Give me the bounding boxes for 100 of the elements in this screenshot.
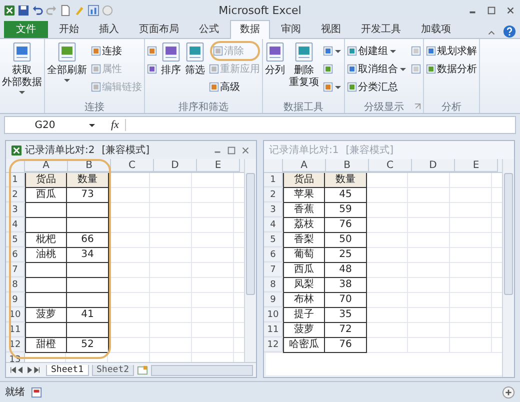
ribbon-button[interactable]: 高级	[208, 79, 261, 95]
ribbon-button[interactable]: 取消组合	[346, 61, 408, 77]
close-icon[interactable]	[505, 4, 516, 16]
table-cell	[67, 278, 109, 293]
document-icon	[265, 42, 285, 62]
table-cell	[25, 293, 67, 308]
ribbon-tab[interactable]: 开发工具	[352, 21, 410, 38]
table-cell: 凤梨	[283, 278, 325, 293]
horizontal-scrollbar[interactable]	[151, 364, 253, 376]
table-cell: 提子	[283, 308, 325, 323]
ribbon-button[interactable]: 规划求解	[425, 43, 478, 59]
table-cell: 70	[325, 293, 367, 308]
group-label: 数据工具	[284, 100, 324, 114]
table-cell: 枇杷	[25, 233, 67, 248]
document-icon	[185, 42, 205, 62]
ribbon-button[interactable]: 分类汇总	[346, 79, 408, 95]
table-cell: 48	[325, 263, 367, 278]
square-icon	[323, 64, 333, 74]
square-icon	[209, 82, 219, 92]
square-icon	[347, 64, 357, 74]
table-cell: 72	[325, 323, 367, 338]
ribbon-button[interactable]: 删除 重复项	[288, 41, 320, 90]
group-label: 分级显示	[364, 100, 404, 114]
column-header[interactable]: D	[154, 159, 197, 172]
save-icon[interactable]	[18, 4, 29, 16]
square-icon	[147, 64, 157, 74]
ribbon-tab[interactable]: 开始	[50, 21, 88, 38]
zoom-in-icon[interactable]	[502, 386, 515, 398]
square-icon	[91, 46, 101, 56]
ribbon-tab[interactable]: 数据	[230, 20, 270, 39]
table-cell: 73	[67, 188, 109, 203]
macro-record-icon[interactable]	[31, 386, 42, 398]
workbook-title: 记录清单比对:2	[25, 144, 95, 157]
table-cell: 50	[325, 233, 367, 248]
file-tab[interactable]: 文件	[4, 21, 48, 38]
sheet-tab[interactable]: Sheet2	[92, 364, 134, 376]
ribbon-tab[interactable]: 插入	[90, 21, 128, 38]
table-cell: 菠萝	[283, 323, 325, 338]
group-label: 连接	[84, 100, 104, 114]
table-cell	[67, 263, 109, 278]
ribbon-button[interactable]: 获取 外部数据	[1, 41, 43, 97]
table-cell: 哈密瓜	[283, 338, 325, 353]
square-icon	[411, 46, 421, 56]
ribbon-tab[interactable]: 审阅	[272, 21, 310, 38]
document-icon	[161, 42, 181, 62]
ribbon-button[interactable]: 连接	[90, 43, 143, 59]
ribbon-tab[interactable]: 公式	[190, 21, 228, 38]
document-icon	[294, 42, 314, 62]
column-header[interactable]: A	[25, 159, 68, 172]
maximize-icon[interactable]	[486, 4, 497, 16]
ribbon-button[interactable]: 创建组	[346, 43, 408, 59]
square-icon	[411, 64, 421, 74]
table-cell: 25	[325, 248, 367, 263]
square-icon	[213, 46, 223, 56]
square-icon	[91, 64, 101, 74]
square-icon	[426, 64, 436, 74]
ribbon-button[interactable]: 数据分析	[425, 61, 478, 77]
column-header[interactable]: E	[197, 159, 240, 172]
document-icon	[12, 42, 32, 62]
status-text: 就绪	[5, 386, 25, 399]
table-cell	[67, 218, 109, 233]
table-cell: 葡萄	[283, 248, 325, 263]
table-cell	[67, 203, 109, 218]
window-title: Microsoft Excel	[218, 4, 302, 16]
ribbon-button[interactable]: 筛选	[184, 41, 206, 78]
ribbon-button[interactable]: 分列	[264, 41, 286, 78]
table-cell: 西瓜	[25, 188, 67, 203]
mode-label: [兼容模式]	[346, 144, 394, 157]
ribbon-button[interactable]: 全部刷新	[46, 41, 88, 85]
mode-label: [兼容模式]	[102, 144, 150, 157]
square-icon	[91, 82, 101, 92]
ribbon-tab[interactable]: 视图	[312, 21, 350, 38]
maximize-icon[interactable]	[226, 144, 237, 156]
help-icon[interactable]	[503, 25, 516, 38]
document-icon[interactable]	[60, 4, 71, 16]
ribbon-tab[interactable]: 页面布局	[130, 21, 188, 38]
square-icon	[147, 46, 157, 56]
insert-sheet-icon[interactable]	[137, 364, 148, 376]
table-cell: 38	[325, 278, 367, 293]
table-cell: 货品	[283, 173, 325, 188]
sheet-tab[interactable]: Sheet1	[46, 364, 89, 376]
column-header[interactable]: C	[111, 159, 154, 172]
table-cell: 布林	[283, 293, 325, 308]
scrollbar[interactable]	[244, 159, 256, 362]
table-cell: 34	[67, 248, 109, 263]
chart-icon[interactable]	[88, 4, 99, 16]
undo-icon[interactable]	[32, 4, 43, 16]
table-cell	[25, 203, 67, 218]
dialog-launcher-icon[interactable]	[414, 103, 421, 110]
column-header[interactable]: B	[68, 159, 111, 172]
workbook-title: 记录清单比对:1	[269, 144, 339, 157]
table-cell: 货品	[25, 173, 67, 188]
group-label: 排序和筛选	[178, 100, 228, 114]
table-cell: 香蕉	[283, 203, 325, 218]
close-icon[interactable]	[240, 144, 251, 156]
ribbon-tab[interactable]: 加载项	[412, 21, 460, 38]
ribbon-button[interactable]: 排序	[160, 41, 182, 78]
table-cell: 76	[325, 218, 367, 233]
excel-icon[interactable]	[4, 4, 15, 16]
table-cell	[25, 218, 67, 233]
